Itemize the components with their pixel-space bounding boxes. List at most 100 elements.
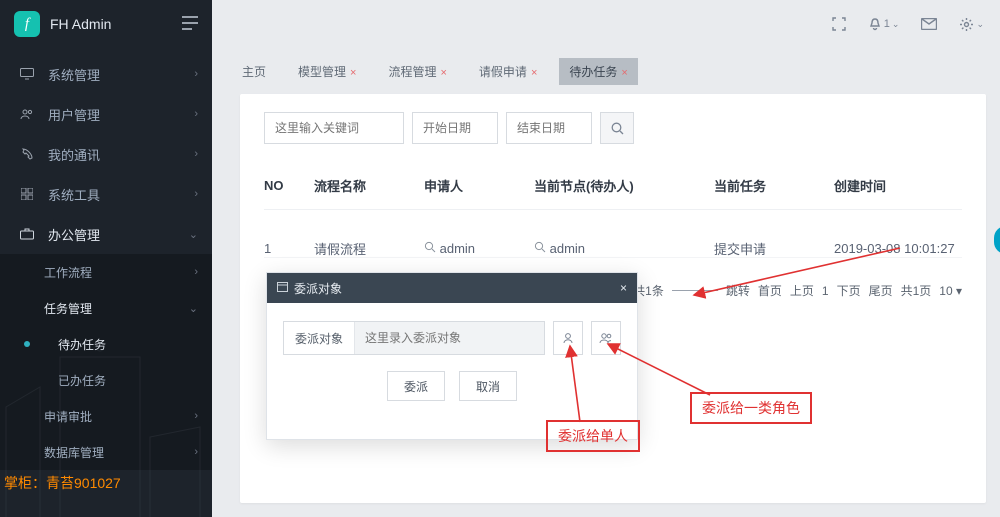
- sidebar-item-label: 任务管理: [44, 300, 92, 317]
- window-icon: [277, 281, 288, 295]
- user-icon: [561, 331, 575, 345]
- sidebar-item-tools[interactable]: 系统工具 ›: [0, 174, 212, 214]
- close-icon[interactable]: ×: [531, 67, 537, 79]
- tab-label: 模型管理: [298, 65, 346, 79]
- watermark: 掌柜：青苔901027: [4, 473, 121, 493]
- sidebar-item-label: 用户管理: [48, 105, 100, 124]
- tab-label: 待办任务: [569, 65, 617, 79]
- bell-icon[interactable]: 1 ⌄: [868, 17, 900, 31]
- sidebar-item-label: 工作流程: [44, 264, 92, 281]
- sidebar-item-workflow[interactable]: 工作流程 ›: [0, 254, 212, 290]
- cell-applicant: admin: [424, 241, 534, 256]
- cell-no: 1: [264, 241, 314, 256]
- table-header: NO 流程名称 申请人 当前节点(待办人) 当前任务 创建时间 操作: [264, 162, 962, 210]
- close-icon[interactable]: ×: [621, 67, 627, 79]
- grid-icon: [18, 188, 36, 200]
- mail-icon[interactable]: [921, 18, 937, 30]
- pager-jump-input[interactable]: [672, 290, 718, 291]
- col-flow: 流程名称: [314, 176, 424, 195]
- close-icon[interactable]: ×: [620, 281, 627, 295]
- chevron-right-icon: ›: [194, 68, 198, 80]
- sidebar-item-label: 办公管理: [48, 225, 100, 244]
- cell-flow: 请假流程: [314, 239, 424, 258]
- settings-icon[interactable]: ⌄: [959, 17, 984, 32]
- table-row: 1 请假流程 admin admin 提交申请 2019-03-08 10:01…: [264, 210, 962, 258]
- col-node: 当前节点(待办人): [534, 176, 714, 195]
- delegate-input[interactable]: [354, 322, 544, 354]
- tab-model[interactable]: 模型管理 ×: [288, 58, 366, 85]
- sidebar-item-office[interactable]: 办公管理 ⌄: [0, 214, 212, 254]
- modal-header[interactable]: 委派对象 ×: [267, 273, 637, 303]
- pager-last[interactable]: 尾页: [869, 282, 893, 299]
- pager-size[interactable]: 10 ▾: [939, 284, 962, 298]
- cell-created: 2019-03-08 10:01:27: [834, 241, 1000, 256]
- search-icon: [534, 241, 546, 253]
- pager-current: 1: [822, 284, 829, 298]
- modal-actions: 委派 取消: [283, 355, 621, 421]
- tab-label: 流程管理: [388, 65, 436, 79]
- sidebar-item-label: 我的通讯: [48, 145, 100, 164]
- col-no: NO: [264, 178, 314, 193]
- keyword-input[interactable]: [264, 112, 404, 144]
- delegate-field-label: 委派对象: [284, 330, 354, 347]
- search-icon: [611, 122, 624, 135]
- tab-label: 主页: [242, 65, 266, 79]
- pager-jump[interactable]: 跳转: [726, 282, 750, 299]
- chevron-right-icon: ›: [194, 108, 198, 120]
- col-created: 创建时间: [834, 176, 1000, 195]
- pick-user-button[interactable]: [553, 321, 583, 355]
- modal-title: 委派对象: [294, 280, 342, 297]
- menu-toggle-icon[interactable]: [182, 16, 198, 33]
- chevron-down-icon: ⌄: [189, 302, 198, 315]
- filters: [240, 94, 986, 152]
- close-icon[interactable]: ×: [440, 67, 446, 79]
- tab-leave[interactable]: 请假申请 ×: [469, 58, 547, 85]
- end-date-input[interactable]: [506, 112, 592, 144]
- tab-label: 请假申请: [479, 65, 527, 79]
- pager: 共1条 跳转 首页 上页 1 下页 尾页 共1页 10 ▾: [633, 282, 962, 299]
- phone-icon: [18, 147, 36, 161]
- cell-task: 提交申请: [714, 239, 834, 258]
- tabs: 主页 模型管理 × 流程管理 × 请假申请 × 待办任务 ×: [232, 56, 986, 86]
- delegate-confirm-button[interactable]: 委派: [387, 371, 445, 401]
- cell-node: admin: [534, 241, 714, 256]
- modal-body: 委派对象 委派 取消: [267, 303, 637, 439]
- close-icon[interactable]: ×: [350, 67, 356, 79]
- brand-logo: f: [14, 11, 40, 37]
- pick-role-button[interactable]: [591, 321, 621, 355]
- users-icon: [18, 108, 36, 120]
- chevron-down-icon: ⌄: [892, 19, 900, 30]
- search-icon: [424, 241, 436, 253]
- briefcase-icon: [18, 228, 36, 240]
- start-date-input[interactable]: [412, 112, 498, 144]
- pager-prev[interactable]: 上页: [790, 282, 814, 299]
- pager-pages: 共1页: [901, 282, 932, 299]
- sidebar-item-label: 系统管理: [48, 65, 100, 84]
- monitor-icon: [18, 68, 36, 80]
- tab-process[interactable]: 流程管理 ×: [378, 58, 456, 85]
- col-applicant: 申请人: [424, 176, 534, 195]
- sidebar: f FH Admin 系统管理 › 用户管理 › 我的通讯 › 系统工具 ›: [0, 0, 212, 517]
- search-button[interactable]: [600, 112, 634, 144]
- delegate-input-group: 委派对象: [283, 321, 545, 355]
- delegate-cancel-button[interactable]: 取消: [459, 371, 517, 401]
- topbar: 1 ⌄ ⌄: [212, 0, 1000, 48]
- users-icon: [598, 331, 614, 345]
- sidebar-item-label: 系统工具: [48, 185, 100, 204]
- sidebar-item-users[interactable]: 用户管理 ›: [0, 94, 212, 134]
- bell-badge: 1: [884, 18, 890, 30]
- brand-title: FH Admin: [50, 16, 111, 32]
- task-table: NO 流程名称 申请人 当前节点(待办人) 当前任务 创建时间 操作 1 请假流…: [240, 152, 986, 258]
- chevron-right-icon: ›: [194, 148, 198, 160]
- brand-bar: f FH Admin: [0, 0, 212, 48]
- pager-next[interactable]: 下页: [837, 282, 861, 299]
- chevron-down-icon: ⌄: [189, 228, 198, 241]
- sidebar-item-system[interactable]: 系统管理 ›: [0, 54, 212, 94]
- fullscreen-icon[interactable]: [832, 17, 846, 31]
- tab-todo[interactable]: 待办任务 ×: [559, 58, 637, 85]
- pager-first[interactable]: 首页: [758, 282, 782, 299]
- delegate-modal: 委派对象 × 委派对象 委派 取消: [266, 272, 638, 440]
- sidebar-item-contacts[interactable]: 我的通讯 ›: [0, 134, 212, 174]
- col-task: 当前任务: [714, 176, 834, 195]
- tab-home[interactable]: 主页: [232, 58, 276, 85]
